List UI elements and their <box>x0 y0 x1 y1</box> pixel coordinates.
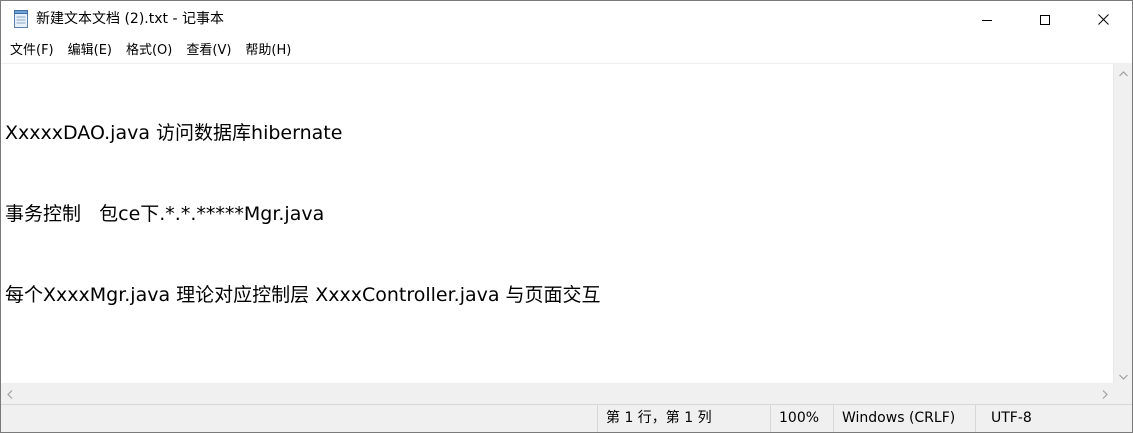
scroll-down-button[interactable] <box>1114 366 1132 383</box>
text-editor[interactable]: XxxxxDAO.java 访问数据库hibernate 事务控制 包ce下.*… <box>1 63 1113 384</box>
zoom-level: 100% <box>770 405 833 432</box>
cursor-position: 第 1 行，第 1 列 <box>597 405 770 432</box>
close-icon <box>1097 10 1109 29</box>
menu-help[interactable]: 帮助(H) <box>238 39 298 62</box>
title-bar[interactable]: 新建文本文档 (2).txt - 记事本 <box>1 1 1132 37</box>
text-line[interactable]: 每个XxxxMgr.java 理论对应控制层 XxxxController.ja… <box>5 282 601 309</box>
menu-format[interactable]: 格式(O) <box>119 39 179 62</box>
maximize-button[interactable] <box>1016 1 1074 37</box>
chevron-down-icon <box>1118 365 1128 384</box>
menu-view[interactable]: 查看(V) <box>179 39 238 62</box>
chevron-right-icon <box>1102 384 1108 403</box>
line-ending: Windows (CRLF) <box>833 405 975 432</box>
menu-file[interactable]: 文件(F) <box>3 39 61 62</box>
menu-edit[interactable]: 编辑(E) <box>61 39 119 62</box>
window-title: 新建文本文档 (2).txt - 记事本 <box>36 11 224 27</box>
scrollbar-corner <box>1113 383 1132 404</box>
notepad-icon[interactable] <box>13 10 29 28</box>
maximize-icon <box>1040 10 1050 29</box>
scroll-left-button[interactable] <box>1 383 18 404</box>
minimize-button[interactable] <box>958 1 1016 37</box>
horizontal-scrollbar[interactable] <box>1 383 1113 404</box>
notepad-window: 新建文本文档 (2).txt - 记事本 文件(F) 编辑(E) 格式(O) 查… <box>0 0 1133 433</box>
chevron-up-icon <box>1118 62 1128 81</box>
chevron-left-icon <box>6 384 13 403</box>
text-line[interactable]: 事务控制 包ce下.*.*.*****Mgr.java <box>5 201 601 228</box>
encoding: UTF-8 <box>975 405 1132 432</box>
scroll-right-button[interactable] <box>1096 383 1113 404</box>
minimize-icon <box>982 10 992 29</box>
menu-bar: 文件(F) 编辑(E) 格式(O) 查看(V) 帮助(H) <box>1 38 1132 62</box>
scroll-up-button[interactable] <box>1114 63 1132 80</box>
text-line[interactable]: XxxxxDAO.java 访问数据库hibernate <box>5 120 601 147</box>
editor-text[interactable]: XxxxxDAO.java 访问数据库hibernate 事务控制 包ce下.*… <box>5 66 601 363</box>
vertical-scrollbar[interactable] <box>1113 63 1132 383</box>
status-bar: 第 1 行，第 1 列 100% Windows (CRLF) UTF-8 <box>1 404 1132 432</box>
close-button[interactable] <box>1074 1 1132 37</box>
